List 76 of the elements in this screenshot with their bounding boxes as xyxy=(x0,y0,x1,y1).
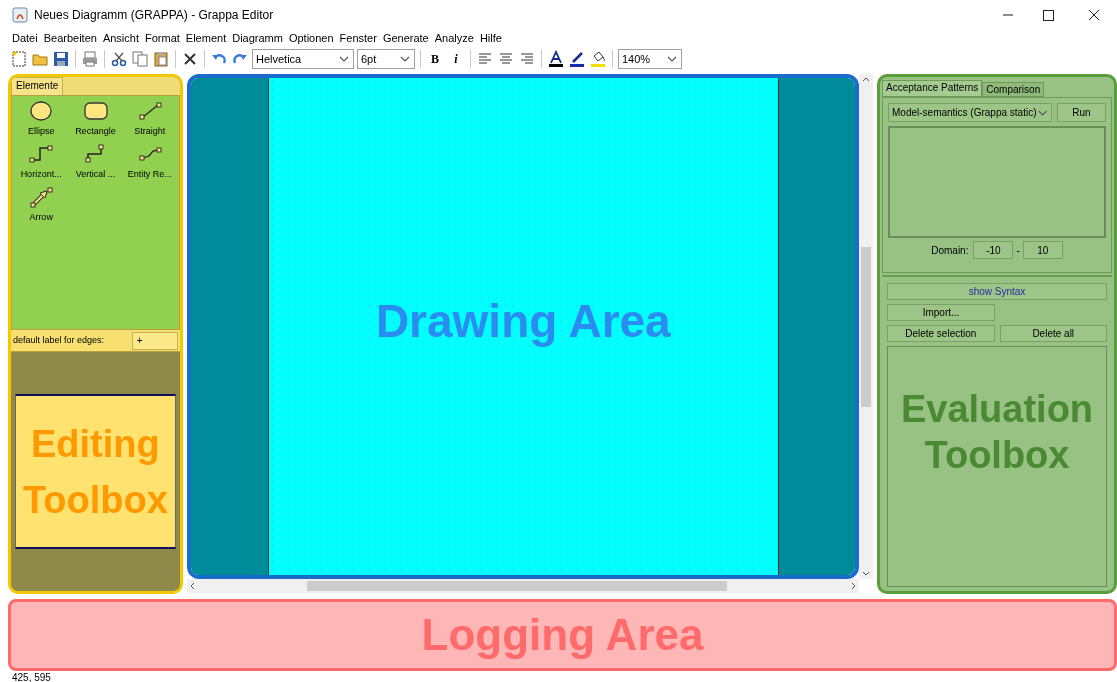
menu-item[interactable]: Optionen xyxy=(288,32,334,44)
combo-value: 6pt xyxy=(361,51,377,67)
font-size-dropdown[interactable]: 6pt xyxy=(357,49,415,69)
text-area[interactable] xyxy=(888,126,1106,238)
zoom-dropdown[interactable]: 140% xyxy=(618,49,682,69)
field-label: default label for edges: xyxy=(13,333,105,347)
domain-to-field[interactable]: 10 xyxy=(1022,241,1063,259)
domain-from-field[interactable]: -10 xyxy=(973,241,1014,259)
menu-item[interactable]: Analyze xyxy=(434,32,474,44)
palette-item-label: Rectangle xyxy=(75,125,116,137)
ellipse-shape-icon xyxy=(28,100,55,122)
tab[interactable]: Elemente xyxy=(11,77,64,95)
dropdown-caret-icon xyxy=(399,54,411,64)
palette-item[interactable]: Vertical ... xyxy=(68,143,123,180)
palette-item[interactable]: Ellipse xyxy=(14,100,69,137)
edge-label-field[interactable]: + xyxy=(131,331,178,350)
font-family-dropdown[interactable]: Helvetica xyxy=(252,49,354,69)
delete-all-button[interactable]: Delete all xyxy=(999,325,1107,342)
app-icon xyxy=(12,7,28,23)
clipboard-icon[interactable] xyxy=(152,50,170,68)
palette-item[interactable]: Straight xyxy=(122,100,177,137)
field-label: Domain: xyxy=(931,243,969,258)
palette-item-label: Vertical ... xyxy=(75,168,116,180)
menu-item[interactable]: Diagramm xyxy=(232,32,283,44)
delete-selection-button[interactable]: Delete selection xyxy=(887,325,995,342)
menu-item[interactable]: Fenster xyxy=(339,32,377,44)
bold-button[interactable]: B xyxy=(426,50,444,68)
palette-item-label: Horizont... xyxy=(20,168,62,180)
menu-item[interactable]: Generate xyxy=(382,32,429,44)
text-color-icon[interactable] xyxy=(547,50,565,68)
scissors-icon[interactable] xyxy=(110,50,128,68)
callout-label: Logging Area xyxy=(421,609,704,661)
menu-item[interactable]: Element xyxy=(185,32,227,44)
new-file-icon[interactable] xyxy=(10,50,28,68)
show-syntax-button[interactable]: show Syntax xyxy=(887,283,1107,300)
range-separator: - xyxy=(1016,243,1020,258)
straight-line-icon xyxy=(136,100,163,122)
combo-value: Helvetica xyxy=(256,51,302,67)
menu-item[interactable]: Bearbeiten xyxy=(43,32,97,44)
palette-item-label: Straight xyxy=(134,125,166,137)
line-color-icon[interactable] xyxy=(568,50,586,68)
window-title: Neues Diagramm (GRAPPA) - Grappa Editor xyxy=(34,7,274,24)
scrollbar-thumb[interactable] xyxy=(306,581,727,591)
stepped-line-icon xyxy=(28,143,55,165)
palette-item[interactable]: Horizont... xyxy=(14,143,69,180)
fill-color-icon[interactable] xyxy=(589,50,607,68)
import-button[interactable]: Import... xyxy=(887,304,995,321)
semantics-dropdown[interactable]: Model-semantics (Grappa static) xyxy=(888,103,1052,122)
arrow-icon xyxy=(28,186,55,208)
printer-icon[interactable] xyxy=(81,50,99,68)
palette-item[interactable]: Rectangle xyxy=(68,100,123,137)
menu-item[interactable]: Ansicht xyxy=(102,32,139,44)
tab[interactable]: Comparison xyxy=(982,82,1045,97)
menu-item[interactable]: Datei xyxy=(12,32,38,44)
scrollbar-thumb[interactable] xyxy=(860,246,871,407)
combo-value: 140% xyxy=(622,51,651,67)
tab[interactable]: Acceptance Patterns xyxy=(882,80,983,97)
palette-item-label: Entity Re... xyxy=(127,168,172,180)
status-coordinates: 425, 595 xyxy=(12,672,51,682)
callout-label: Evaluation Toolbox xyxy=(899,386,1095,478)
dropdown-value: Model-semantics (Grappa static) xyxy=(892,106,1037,120)
dropdown-caret-icon xyxy=(338,54,350,64)
run-button[interactable]: Run xyxy=(1057,103,1106,122)
callout-label: Drawing Area xyxy=(375,294,671,349)
save-icon[interactable] xyxy=(52,50,70,68)
menu-item[interactable]: Hilfe xyxy=(479,32,502,44)
palette-item-label: Ellipse xyxy=(27,125,55,137)
dropdown-caret-icon xyxy=(666,54,678,64)
horizontal-scrollbar[interactable] xyxy=(186,579,859,593)
palette-item-label: Arrow xyxy=(29,211,53,223)
italic-button[interactable]: i xyxy=(447,50,465,68)
palette-item[interactable]: Arrow xyxy=(14,186,69,223)
palette-item[interactable]: Entity Re... xyxy=(122,143,177,180)
menu-item[interactable]: Format xyxy=(145,32,180,44)
rounded-rectangle-icon xyxy=(82,100,109,122)
callout-label: Editing Toolbox xyxy=(21,421,169,523)
